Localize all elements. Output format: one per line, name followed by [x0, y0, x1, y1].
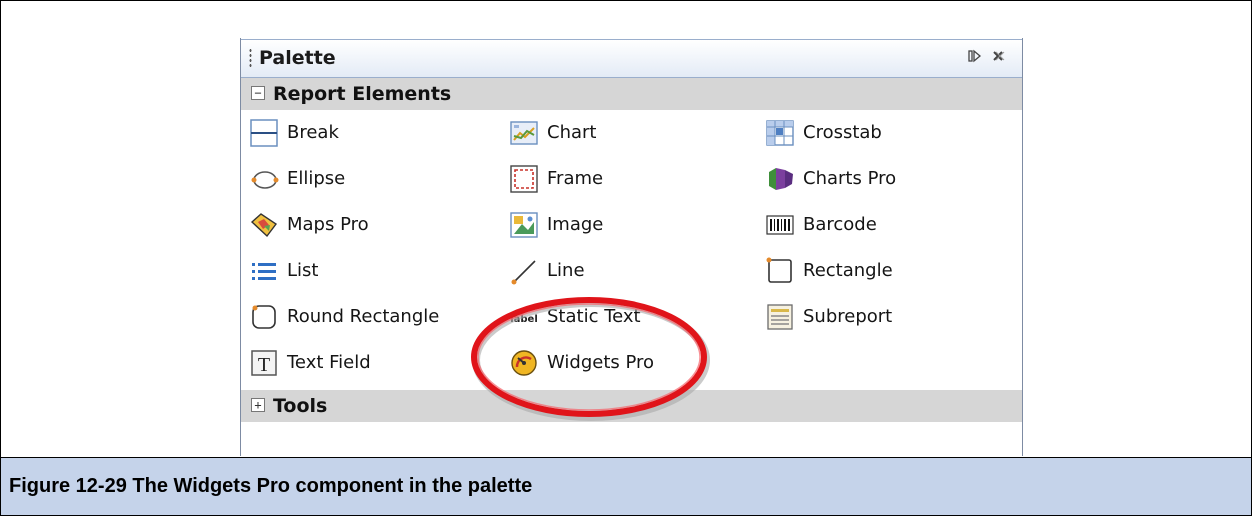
palette-item-rectangle[interactable]: Rectangle	[765, 256, 965, 286]
barcode-icon	[766, 215, 794, 235]
palette-item-chart[interactable]: Chart	[509, 118, 709, 148]
palette-item-label: Barcode	[803, 214, 877, 235]
palette-item-label: Break	[287, 122, 339, 143]
rectangle-icon	[766, 257, 792, 283]
figure-caption-bar: Figure 12-29 The Widgets Pro component i…	[1, 457, 1251, 515]
palette-item-list[interactable]: List	[249, 256, 469, 286]
close-window-icon[interactable]	[991, 49, 1005, 63]
palette-item-label: Charts Pro	[803, 168, 897, 189]
round-rectangle-icon	[252, 305, 276, 329]
subreport-icon	[767, 304, 793, 330]
palette-item-label: Round Rectangle	[287, 306, 440, 327]
line-icon	[511, 260, 536, 285]
figure-caption: Figure 12-29 The Widgets Pro component i…	[9, 475, 533, 497]
section-tools-label: Tools	[273, 395, 328, 417]
palette-item-label: Subreport	[803, 306, 893, 327]
palette-item-label: Ellipse	[287, 168, 346, 189]
expand-icon[interactable]: +	[251, 398, 265, 412]
palette-item-barcode[interactable]: Barcode	[765, 210, 965, 240]
list-icon	[252, 263, 276, 280]
palette-item-label: Rectangle	[803, 260, 893, 281]
minimize-window-icon[interactable]	[968, 49, 982, 63]
palette-item-label: Text Field	[287, 352, 371, 373]
break-icon	[250, 119, 278, 147]
figure-frame: Palette − Report Elements Break Ellipse …	[0, 0, 1252, 516]
palette-item-round-rectangle[interactable]: Round Rectangle	[249, 302, 469, 332]
palette-item-image[interactable]: Image	[509, 210, 709, 240]
palette-item-text-field[interactable]: T Text Field	[249, 348, 469, 378]
ellipse-icon	[251, 171, 279, 189]
palette-item-subreport[interactable]: Subreport	[765, 302, 965, 332]
palette-item-frame[interactable]: Frame	[509, 164, 709, 194]
crosstab-icon	[766, 120, 794, 146]
palette-title-bar: Palette	[241, 39, 1022, 78]
palette-item-crosstab[interactable]: Crosstab	[765, 118, 965, 148]
section-report-elements[interactable]: − Report Elements	[241, 78, 1022, 110]
palette-item-label: Maps Pro	[287, 214, 369, 235]
maps-pro-icon	[250, 213, 278, 238]
palette-item-line[interactable]: Line	[509, 256, 709, 286]
frame-icon	[510, 165, 538, 193]
drag-grip-icon[interactable]	[249, 48, 252, 68]
palette-item-label: Crosstab	[803, 122, 882, 143]
palette-item-label: Frame	[547, 168, 604, 189]
palette-item-break[interactable]: Break	[249, 118, 469, 148]
highlight-ring	[471, 297, 710, 421]
svg-text:T: T	[258, 354, 270, 376]
charts-pro-icon	[769, 168, 793, 190]
palette-item-maps-pro[interactable]: Maps Pro	[249, 210, 469, 240]
palette-item-label: Chart	[547, 122, 597, 143]
image-icon	[510, 212, 538, 238]
chart-icon	[510, 121, 538, 145]
palette-item-label: Image	[547, 214, 604, 235]
palette-title: Palette	[259, 47, 336, 69]
collapse-icon[interactable]: −	[251, 86, 265, 100]
text-field-icon: T	[251, 350, 277, 376]
palette-item-charts-pro[interactable]: Charts Pro	[765, 164, 965, 194]
section-report-elements-label: Report Elements	[273, 83, 452, 105]
palette-item-ellipse[interactable]: Ellipse	[249, 164, 469, 194]
palette-item-label: List	[287, 260, 319, 281]
palette-item-label: Line	[547, 260, 585, 281]
